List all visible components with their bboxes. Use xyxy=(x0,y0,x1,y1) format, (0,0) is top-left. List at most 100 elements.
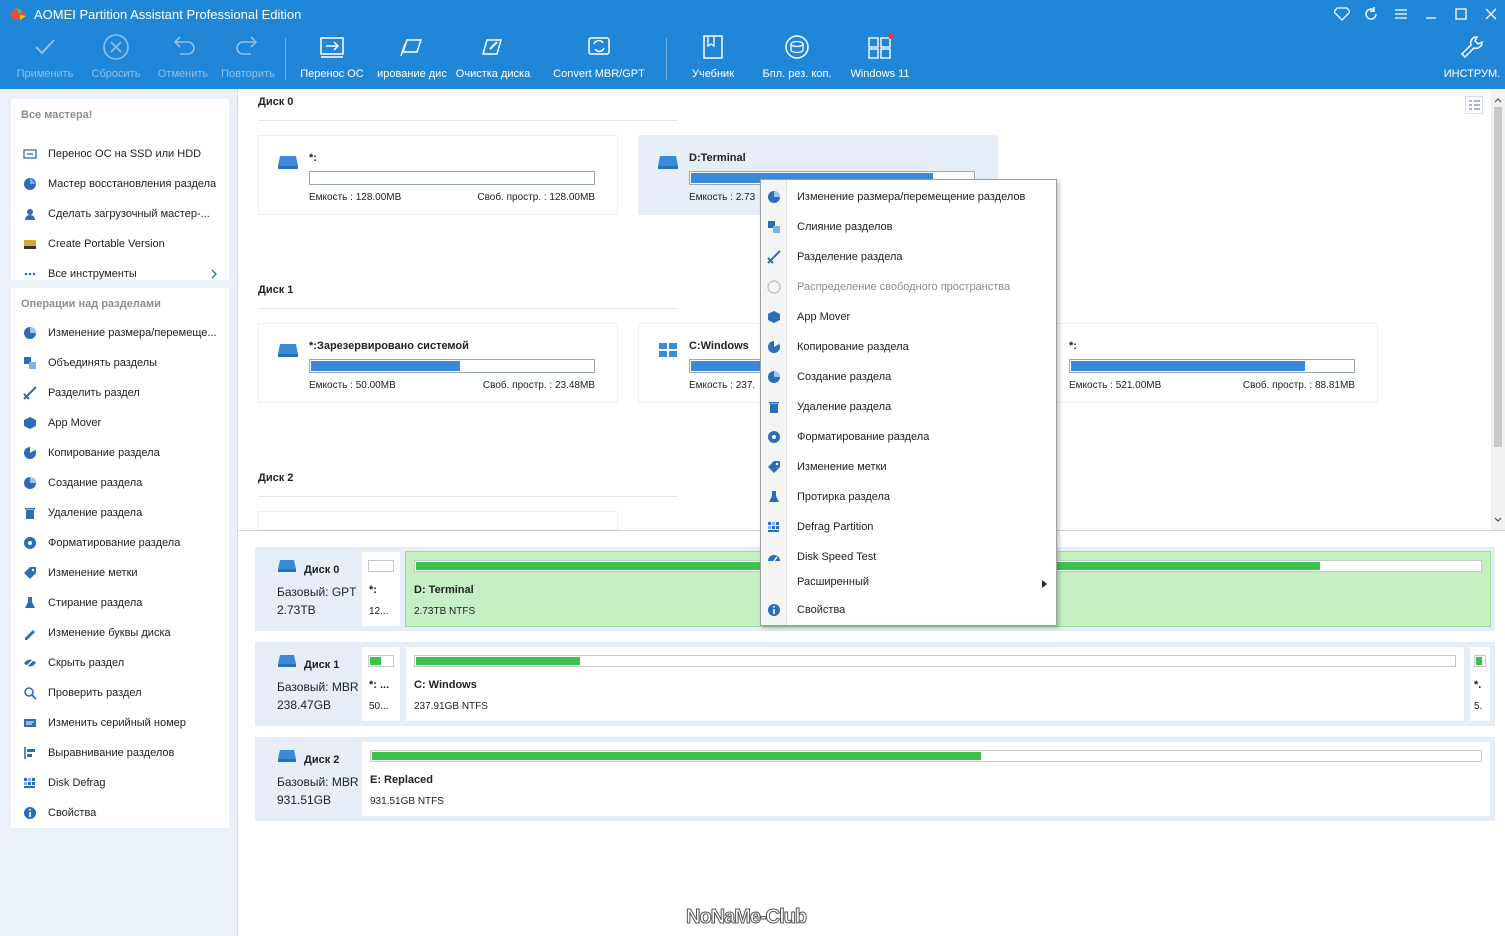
sidebar-item[interactable]: Изменение метки xyxy=(11,558,229,588)
close-icon[interactable] xyxy=(1480,4,1502,24)
disk-row[interactable]: Диск 2 Базовый: MBR 931.51GB E: Replaced… xyxy=(255,737,1495,821)
sidebar-item[interactable]: Перенос ОС на SSD или HDD xyxy=(11,139,229,169)
context-menu-item[interactable]: Слияние разделов xyxy=(761,212,1056,242)
tutorial-button[interactable]: Учебник xyxy=(684,32,742,84)
partition-name: *: xyxy=(1069,340,1077,352)
operations-heading: Операции над разделами xyxy=(21,298,161,310)
disk-name: Диск 0 xyxy=(304,564,340,576)
view-toggle-icon[interactable] xyxy=(1465,96,1483,114)
usage-bar xyxy=(309,171,595,185)
context-menu-item[interactable]: Протирка раздела xyxy=(761,482,1056,512)
partition-block[interactable]: E: Replaced 931.51GB NTFS xyxy=(361,741,1491,817)
drive-icon xyxy=(278,344,298,357)
context-menu-item[interactable]: Изменение метки xyxy=(761,452,1056,482)
capacity-text: Емкость : 50.00MB xyxy=(309,380,396,391)
sidebar-item[interactable]: Все инструменты xyxy=(11,259,229,289)
partition-info: 12... xyxy=(369,606,389,617)
disk2-heading: Диск 2 xyxy=(258,472,294,484)
disk-info: Диск 2 Базовый: MBR 931.51GB xyxy=(255,737,358,821)
sidebar-item[interactable]: Изменение буквы диска xyxy=(11,618,229,648)
sidebar-item[interactable]: Разделить раздел xyxy=(11,378,229,408)
partition-block[interactable]: *: 12... xyxy=(361,551,401,627)
menu-item-label: Свойства xyxy=(797,604,846,616)
partition-block[interactable]: *: ... 50... xyxy=(361,646,401,722)
sidebar-item[interactable]: Объединять разделы xyxy=(11,348,229,378)
free-space-text: Своб. простр. : 88.81MB xyxy=(1242,380,1355,391)
sidebar-item[interactable]: Disk Defrag xyxy=(11,768,229,798)
menu-icon[interactable] xyxy=(1390,4,1412,24)
sidebar-item[interactable]: Скрыть раздел xyxy=(11,648,229,678)
context-menu-item[interactable]: App Mover xyxy=(761,302,1056,332)
disk-type: Базовый: GPT xyxy=(277,585,357,599)
partition-card[interactable]: *: Емкость : 521.00MB Своб. простр. : 88… xyxy=(1018,323,1378,403)
diamond-icon[interactable] xyxy=(1331,4,1353,24)
sidebar-item[interactable]: Форматирование раздела xyxy=(11,528,229,558)
split-icon xyxy=(767,250,781,264)
context-menu-item[interactable]: Disk Speed Test xyxy=(761,542,1056,572)
clone-disk-button[interactable]: ирование дис xyxy=(374,32,450,84)
disk-type: Базовый: MBR xyxy=(277,680,358,694)
menu-item-label: Удаление раздела xyxy=(797,401,892,413)
context-menu-item[interactable]: Разделение раздела xyxy=(761,242,1056,272)
sidebar-item[interactable]: Изменение размера/перемеще... xyxy=(11,318,229,348)
app-mover-icon xyxy=(768,311,780,323)
tools-button[interactable]: ИНСТРУМ. xyxy=(1440,32,1504,84)
sidebar-item[interactable]: App Mover xyxy=(11,408,229,438)
refresh-icon[interactable] xyxy=(1360,4,1382,24)
sidebar-item[interactable]: Создание раздела xyxy=(11,468,229,498)
context-menu-item[interactable]: Расширенный xyxy=(761,569,1056,595)
context-menu-item[interactable]: Создание раздела xyxy=(761,362,1056,392)
menu-item-label: Разделение раздела xyxy=(797,251,903,263)
usage-bar xyxy=(368,655,394,667)
apply-button[interactable]: Применить xyxy=(14,32,76,84)
sidebar-item[interactable]: Стирание раздела xyxy=(11,588,229,618)
sidebar-item-label: Разделить раздел xyxy=(48,387,140,399)
sidebar-item[interactable]: Копирование раздела xyxy=(11,438,229,468)
info-icon xyxy=(768,604,780,616)
sidebar-item[interactable]: Проверить раздел xyxy=(11,678,229,708)
partition-card[interactable] xyxy=(258,511,618,530)
context-menu-item[interactable]: Копирование раздела xyxy=(761,332,1056,362)
label-icon xyxy=(768,461,780,473)
partition-card[interactable]: *: Емкость : 128.00MB Своб. простр. : 12… xyxy=(258,135,618,215)
usage-fill xyxy=(691,361,760,371)
vertical-scrollbar[interactable] xyxy=(1491,89,1505,530)
context-menu-item[interactable]: Свойства xyxy=(761,595,1056,625)
menu-item-label: Распределение свободного пространства xyxy=(797,281,1011,293)
partition-block[interactable]: *. 5. xyxy=(1469,646,1491,722)
sidebar-item[interactable]: Create Portable Version xyxy=(11,229,229,259)
maximize-icon[interactable] xyxy=(1450,4,1472,24)
disk-row[interactable]: Диск 1 Базовый: MBR 238.47GB *: ... 50...… xyxy=(255,642,1495,726)
check-icon xyxy=(24,687,37,700)
convert-mbr-gpt-button[interactable]: Convert MBR/GPT xyxy=(551,32,647,84)
capacity-text: Емкость : 237. xyxy=(689,380,756,391)
partition-block[interactable]: C: Windows 237.91GB NTFS xyxy=(405,646,1465,722)
sidebar-item[interactable]: Выравнивание разделов xyxy=(11,738,229,768)
partition-card[interactable]: *:Зарезервировано системой Емкость : 50.… xyxy=(258,323,618,403)
scrollbar-thumb[interactable] xyxy=(1494,107,1502,447)
minimize-icon[interactable] xyxy=(1420,4,1442,24)
discard-button[interactable]: Сбросить xyxy=(86,32,146,84)
context-menu-item[interactable]: Удаление раздела xyxy=(761,392,1056,422)
context-menu-item[interactable]: Форматирование раздела xyxy=(761,422,1056,452)
sidebar-item[interactable]: Сделать загрузочный мастер-... xyxy=(11,199,229,229)
operations-panel: Операции над разделами Изменение размера… xyxy=(11,288,229,828)
sidebar-item[interactable]: Мастер восстановления раздела xyxy=(11,169,229,199)
redo-button[interactable]: Повторить xyxy=(218,32,278,84)
speed-icon xyxy=(768,555,780,562)
undo-button[interactable]: Отменить xyxy=(153,32,213,84)
wipe-disk-button[interactable]: Очистка диска xyxy=(453,32,533,84)
partition-name: D:Terminal xyxy=(689,152,746,164)
disk-size: 931.51GB xyxy=(277,793,332,807)
serial-icon xyxy=(24,719,36,727)
sidebar-item[interactable]: Удаление раздела xyxy=(11,498,229,528)
windows11-button[interactable]: Windows 11 xyxy=(846,32,914,84)
migrate-os-button[interactable]: Перенос ОС xyxy=(296,32,368,84)
sidebar-item[interactable]: Изменить серийный номер xyxy=(11,708,229,738)
backup-button[interactable]: Бпл. рез. коп. xyxy=(758,32,836,84)
sidebar-item[interactable]: Свойства xyxy=(11,798,229,828)
context-menu-item[interactable]: Изменение размера/перемещение разделов xyxy=(761,182,1056,212)
context-menu-item[interactable]: Defrag Partition xyxy=(761,512,1056,542)
cancel-icon xyxy=(103,34,129,60)
clone-disk-icon xyxy=(400,39,423,57)
